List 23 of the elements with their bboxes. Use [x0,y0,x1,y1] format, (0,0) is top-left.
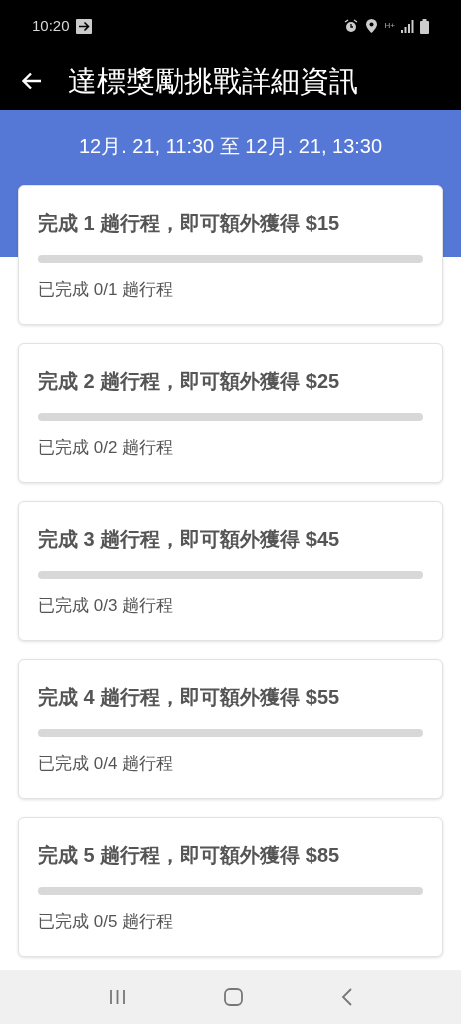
challenge-title: 完成 2 趟行程，即可額外獲得 $25 [38,369,341,394]
challenge-title: 完成 3 趟行程，即可額外獲得 $45 [38,527,341,552]
progress-text: 已完成 0/1 趟行程 [38,279,175,301]
battery-icon [420,18,429,34]
progress-text: 已完成 0/5 趟行程 [38,911,175,933]
network-type: H+ [384,22,395,30]
signal-icon [401,19,414,33]
page-title: 達標獎勵挑戰詳細資訊 [68,66,358,96]
progress-text: 已完成 0/4 趟行程 [38,753,175,775]
back-arrow-icon [22,72,42,90]
location-icon [365,19,377,33]
progress-text: 已完成 0/2 趟行程 [38,437,175,459]
arrow-box-icon [75,18,92,34]
status-time: 10:20 [32,15,70,36]
challenge-title: 完成 1 趟行程，即可額外獲得 $15 [38,211,341,236]
alarm-icon [343,19,358,33]
back-chevron-icon [341,988,352,1006]
challenge-title: 完成 4 趟行程，即可額外獲得 $55 [38,685,341,710]
recent-apps-icon [109,989,126,1005]
home-icon [224,988,243,1006]
challenge-title: 完成 5 趟行程，即可額外獲得 $85 [38,843,341,868]
period-text: 12月. 21, 11:30 至 12月. 21, 13:30 [78,134,383,159]
progress-text: 已完成 0/3 趟行程 [38,595,175,617]
